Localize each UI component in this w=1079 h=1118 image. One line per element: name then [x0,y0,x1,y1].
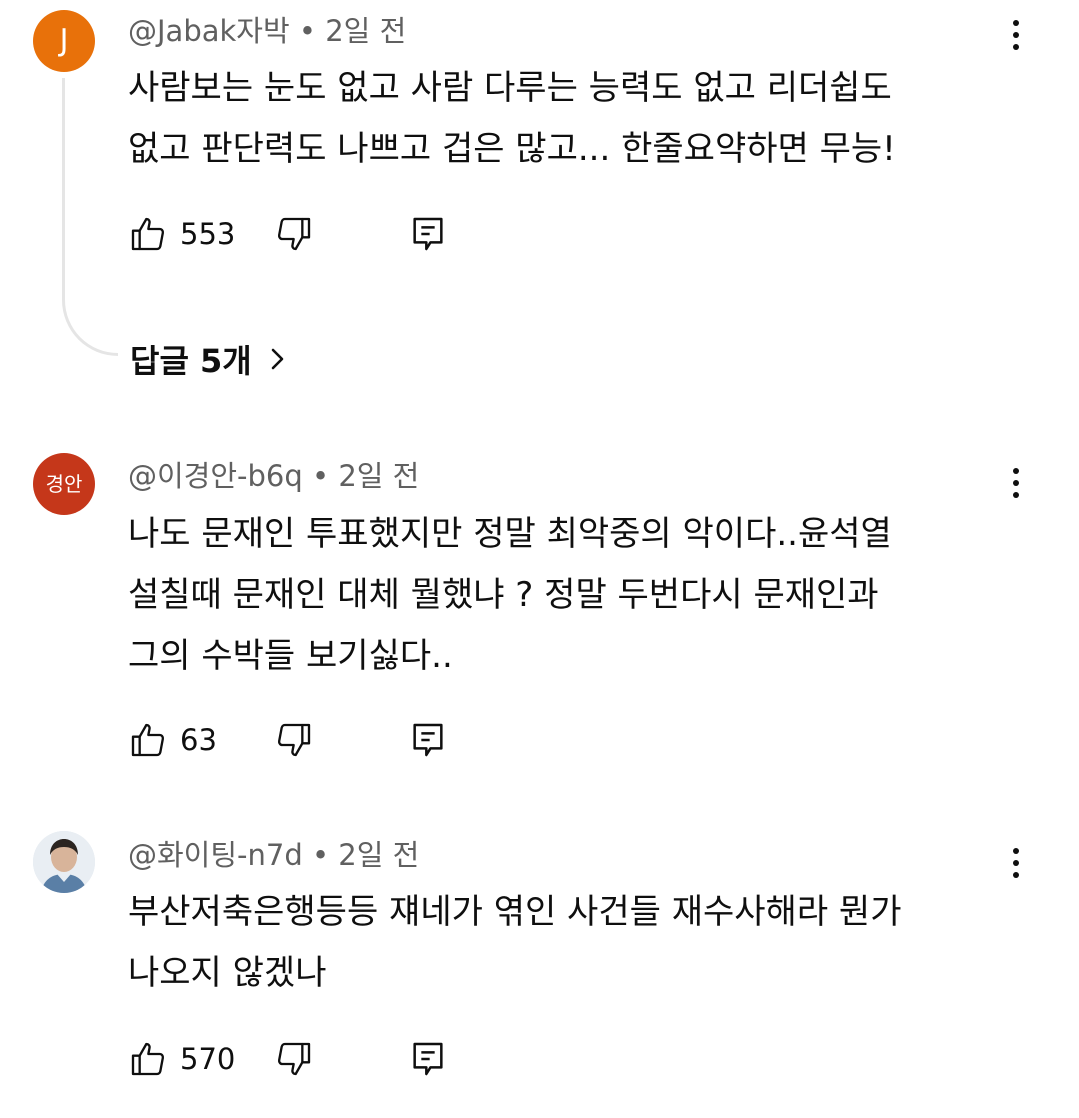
thumbs-down-icon [277,1042,311,1076]
reply-button[interactable] [408,212,448,256]
like-button[interactable] [128,1037,168,1081]
comment-text: 사람보는 눈도 없고 사람 다루는 능력도 없고 리더쉽도 없고 판단력도 나쁘… [128,58,1008,180]
comment-actions: 63 [128,718,468,762]
avatar-text: 경안 [45,472,83,496]
thumbs-up-icon [131,723,165,757]
comment-actions: 553 [128,212,468,256]
comment-text: 나도 문재인 투표했지만 정말 최악중의 악이다..윤석열 설칠때 문재인 대체… [128,504,1008,687]
comment-time: 2일 전 [338,838,420,872]
view-replies-button[interactable]: 답글 5개 [130,336,288,382]
comment-meta: @Jabak자박 • 2일 전 [128,14,406,49]
reply-button[interactable] [408,1037,448,1081]
meta-separator: • [302,459,339,493]
comment-text-line: 설칠때 문재인 대체 뭘했냐 ? 정말 두번다시 문재인과 [128,575,879,615]
more-options-button[interactable] [1004,463,1028,503]
thumbs-down-icon [277,723,311,757]
more-options-button[interactable] [1004,843,1028,883]
author-name[interactable]: @Jabak자박 [128,14,290,48]
comment-time: 2일 전 [325,14,407,48]
reply-comment-icon [413,1042,443,1076]
avatar-letter: J [59,23,69,58]
like-count: 63 [180,723,217,757]
replies-label: 답글 5개 [130,342,252,380]
dislike-button[interactable] [274,1037,314,1081]
avatar[interactable]: 경안 [33,453,95,515]
meta-separator: • [289,14,326,48]
avatar[interactable]: J [33,10,95,72]
comment-text-line: 나도 문재인 투표했지만 정말 최악중의 악이다..윤석열 [128,514,892,554]
comment-actions: 570 [128,1037,468,1081]
reply-thread-line [62,78,118,356]
comment-text-line: 나오지 않겠나 [128,953,327,993]
comment-text-line: 사람보는 눈도 없고 사람 다루는 능력도 없고 리더쉽도 [128,68,892,108]
like-count: 570 [180,1042,236,1076]
comment-text: 부산저축은행등등 쟤네가 엮인 사건들 재수사해라 뭔가 나오지 않겠나 [128,882,1008,1004]
comment-text-line: 없고 판단력도 나쁘고 겁은 많고... 한줄요약하면 무능! [128,129,896,169]
comment-text-line: 부산저축은행등등 쟤네가 엮인 사건들 재수사해라 뭔가 [128,892,902,932]
author-name[interactable]: @화이팅-n7d [128,838,303,872]
comment-meta: @이경안-b6q • 2일 전 [128,459,419,494]
thumbs-down-icon [277,217,311,251]
profile-photo [33,831,95,893]
dislike-button[interactable] [274,718,314,762]
author-name[interactable]: @이경안-b6q [128,459,303,493]
meta-separator: • [302,838,339,872]
reply-comment-icon [413,217,443,251]
like-button[interactable] [128,212,168,256]
like-button[interactable] [128,718,168,762]
chevron-right-icon [271,348,284,370]
dislike-button[interactable] [274,212,314,256]
comment-time: 2일 전 [338,459,420,493]
reply-button[interactable] [408,718,448,762]
reply-comment-icon [413,723,443,757]
more-options-button[interactable] [1004,15,1028,55]
avatar[interactable] [33,831,95,893]
comment-text-line: 그의 수박들 보기싫다.. [128,636,453,676]
thumbs-up-icon [131,217,165,251]
thumbs-up-icon [131,1042,165,1076]
like-count: 553 [180,217,236,251]
comment-meta: @화이팅-n7d • 2일 전 [128,838,419,873]
